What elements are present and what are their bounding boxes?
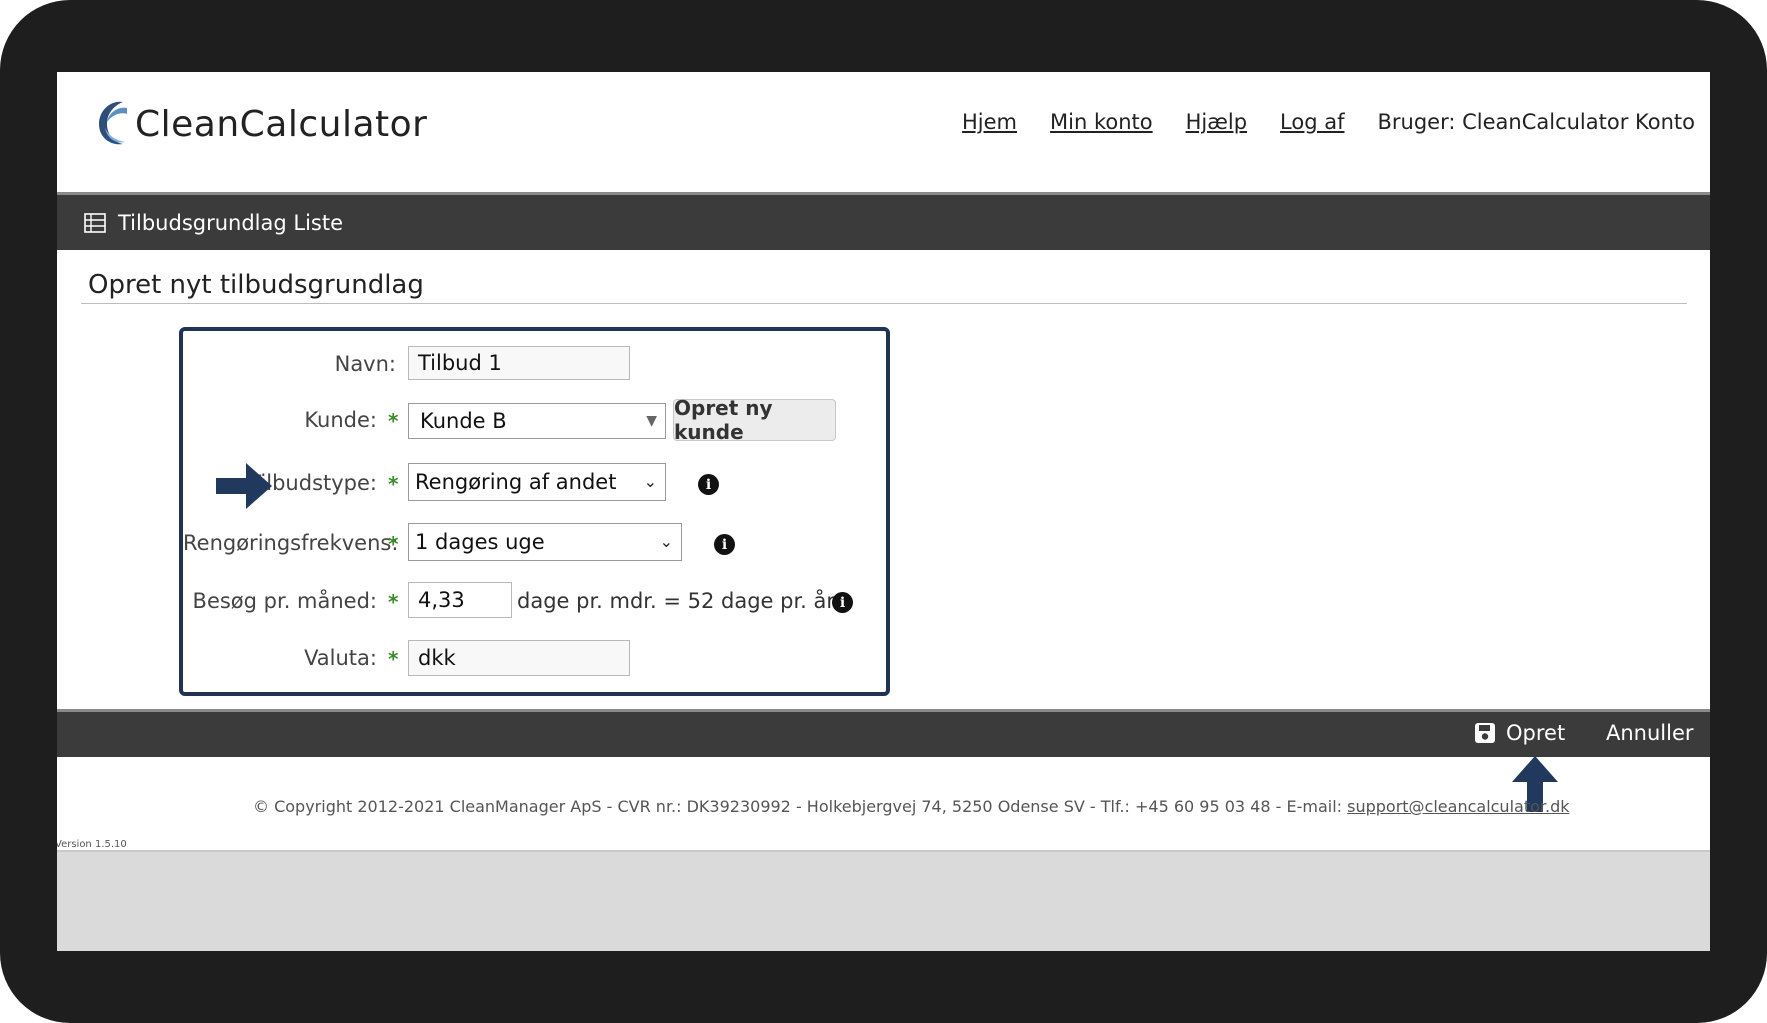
support-email-link[interactable]: support@cleancalculator.dk — [1347, 797, 1569, 816]
currency-input[interactable]: dkk — [408, 640, 630, 676]
required-marker: * — [388, 472, 399, 496]
nav-help-link[interactable]: Hjælp — [1186, 110, 1247, 134]
currency-label: Valuta: — [304, 646, 377, 670]
required-marker: * — [388, 532, 399, 556]
info-icon[interactable]: i — [832, 592, 853, 613]
info-icon[interactable]: i — [698, 474, 719, 495]
page-header: CleanCalculator Hjem Min konto Hjælp Log… — [57, 72, 1710, 192]
new-customer-button[interactable]: Opret ny kunde — [673, 396, 836, 444]
list-title-bar[interactable]: Tilbudsgrundlag Liste — [57, 192, 1710, 250]
offer-form: Navn: Tilbud 1 Kunde: * Kunde B ▼ Opret … — [179, 327, 890, 696]
frequency-select-value: 1 dages uge — [415, 530, 545, 554]
chevron-down-icon: ⌄ — [659, 532, 673, 551]
required-marker: * — [388, 647, 399, 671]
heading-divider — [81, 303, 1687, 304]
customer-select-value: Kunde B — [420, 409, 507, 433]
action-bar: Opret Annuller — [57, 709, 1710, 757]
frequency-select[interactable]: 1 dages uge ⌄ — [408, 523, 682, 561]
browser-screen: CleanCalculator Hjem Min konto Hjælp Log… — [57, 72, 1710, 951]
customer-select[interactable]: Kunde B ▼ — [408, 403, 666, 439]
cancel-button[interactable]: Annuller — [1606, 721, 1694, 745]
offer-type-select-value: Rengøring af andet — [415, 470, 617, 494]
page-background — [57, 850, 1710, 951]
arrow-right-icon — [216, 463, 272, 509]
chevron-down-icon: ⌄ — [643, 472, 657, 491]
footer-copyright: © Copyright 2012-2021 CleanManager ApS -… — [253, 797, 1570, 816]
name-input[interactable]: Tilbud 1 — [408, 346, 630, 380]
required-marker: * — [388, 590, 399, 614]
version-label: Version 1.5.10 — [57, 839, 127, 850]
nav-logout-link[interactable]: Log af — [1280, 110, 1344, 134]
info-icon[interactable]: i — [714, 534, 735, 555]
logo-icon — [99, 101, 127, 145]
list-title: Tilbudsgrundlag Liste — [118, 210, 344, 235]
frequency-label: Rengøringsfrekvens: — [183, 531, 399, 555]
create-button-label: Opret — [1506, 721, 1566, 745]
copyright-text: © Copyright 2012-2021 CleanManager ApS -… — [253, 797, 1348, 816]
chevron-down-icon: ▼ — [646, 413, 657, 429]
visits-input[interactable]: 4,33 — [408, 582, 512, 618]
visits-suffix: dage pr. mdr. = 52 dage pr. år — [517, 589, 836, 613]
create-button[interactable]: Opret — [1474, 721, 1565, 745]
top-nav: Hjem Min konto Hjælp Log af Bruger: Clea… — [962, 110, 1695, 134]
visits-label: Besøg pr. måned: — [192, 589, 377, 613]
nav-home-link[interactable]: Hjem — [962, 110, 1017, 134]
table-icon — [84, 212, 106, 233]
user-label: Bruger: CleanCalculator Konto — [1377, 110, 1696, 134]
nav-account-link[interactable]: Min konto — [1050, 110, 1153, 134]
name-label: Navn: — [334, 352, 396, 376]
customer-label: Kunde: — [304, 408, 377, 432]
app-logo[interactable]: CleanCalculator — [93, 96, 427, 152]
offer-type-select[interactable]: Rengøring af andet ⌄ — [408, 463, 666, 501]
page-title: Opret nyt tilbudsgrundlag — [88, 270, 424, 300]
device-frame: CleanCalculator Hjem Min konto Hjælp Log… — [0, 0, 1767, 1023]
required-marker: * — [388, 409, 399, 433]
offer-type-label: Tilbudstype: — [248, 471, 377, 495]
app-name: CleanCalculator — [135, 103, 428, 145]
save-icon — [1475, 723, 1495, 743]
